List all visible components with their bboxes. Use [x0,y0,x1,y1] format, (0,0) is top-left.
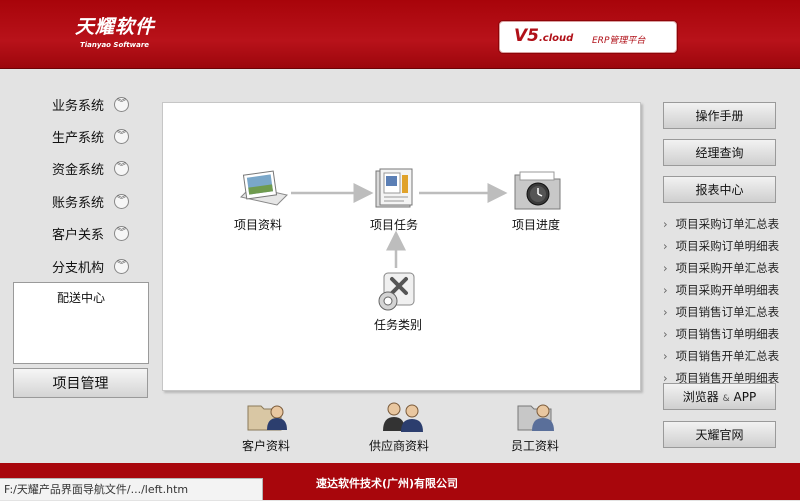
app-logo: 天耀软件 [75,16,156,38]
chevron-right-icon: › [663,349,668,363]
customer-icon[interactable] [245,400,289,436]
chevron-down-icon[interactable]: ︾ [114,194,129,209]
chevron-down-icon[interactable]: ︾ [114,161,129,176]
project-task-icon[interactable] [374,167,418,215]
report-list-item[interactable]: › 项目销售开单明细表 [663,370,779,383]
chevron-right-icon: › [663,239,668,253]
chevron-right-icon: › [663,305,668,319]
project-data-label[interactable]: 项目资料 [234,216,282,233]
customer-data-link[interactable]: 客户资料 [242,437,290,454]
task-category-label[interactable]: 任务类别 [374,316,422,333]
chevron-right-icon: › [663,371,668,383]
platform-name: ERP管理平台 [592,36,646,46]
employee-icon[interactable] [515,400,559,436]
report-list-item[interactable]: › 项目销售订单明细表 [663,326,779,342]
nav-item-accounts[interactable]: 账务系统 [52,192,104,211]
report-list-item[interactable]: › 项目销售开单汇总表 [663,348,779,364]
header-bar: 天耀软件 Tianyao Software V5.cloud ERP管理平台 [0,0,800,69]
nav-item-funds[interactable]: 资金系统 [52,159,104,178]
report-list: › 项目采购订单汇总表 › 项目采购订单明细表 › 项目采购开单汇总表 › 项目采购开单… [663,216,800,383]
flow-panel: 项目资料 项目任务 项目进度 任务类别 [162,102,641,391]
project-progress-label[interactable]: 项目进度 [512,216,560,233]
official-site-button[interactable]: 天耀官网 [663,421,776,448]
project-progress-icon[interactable] [512,169,564,215]
report-center-button[interactable]: 报表中心 [663,176,776,203]
supplier-icon[interactable] [380,400,428,436]
app-logo-subtitle: Tianyao Software [80,41,150,49]
supplier-data-link[interactable]: 供应商资料 [369,437,429,454]
company-name: 速达软件技术(广州)有限公司 [316,477,459,490]
submenu-item-distribution[interactable]: 配送中心 [57,289,105,306]
chevron-down-icon[interactable]: ︾ [114,129,129,144]
project-data-icon[interactable] [237,169,289,213]
browser-app-button[interactable]: 浏览器 & APP [663,383,776,410]
status-bar-path: F:/天耀产品界面导航文件/.../left.htm [0,478,263,500]
chevron-right-icon: › [663,217,668,231]
chevron-down-icon[interactable]: ︾ [114,259,129,274]
chevron-right-icon: › [663,327,668,341]
chevron-down-icon[interactable]: ︾ [114,226,129,241]
version-label: V5.cloud [514,26,574,46]
report-list-item[interactable]: › 项目采购订单明细表 [663,238,779,254]
flow-arrows [291,183,508,268]
nav-item-crm[interactable]: 客户关系 [52,224,104,243]
report-list-item[interactable]: › 项目采购订单汇总表 [663,216,779,232]
chevron-right-icon: › [663,261,668,275]
task-category-icon[interactable] [374,271,418,315]
manager-query-button[interactable]: 经理查询 [663,139,776,166]
project-task-label[interactable]: 项目任务 [370,216,418,233]
employee-data-link[interactable]: 员工资料 [511,437,559,454]
report-list-item[interactable]: › 项目销售订单汇总表 [663,304,779,320]
project-management-button[interactable]: 项目管理 [13,368,148,398]
chevron-down-icon[interactable]: ︾ [114,97,129,112]
submenu-panel: 配送中心 [13,282,149,364]
report-list-item[interactable]: › 项目采购开单明细表 [663,282,779,298]
nav-item-branch[interactable]: 分支机构 [52,257,104,276]
manual-button[interactable]: 操作手册 [663,102,776,129]
nav-item-business[interactable]: 业务系统 [52,95,104,114]
report-list-item[interactable]: › 项目采购开单汇总表 [663,260,779,276]
platform-badge: V5.cloud ERP管理平台 [499,21,677,53]
nav-item-production[interactable]: 生产系统 [52,127,104,146]
chevron-right-icon: › [663,283,668,297]
